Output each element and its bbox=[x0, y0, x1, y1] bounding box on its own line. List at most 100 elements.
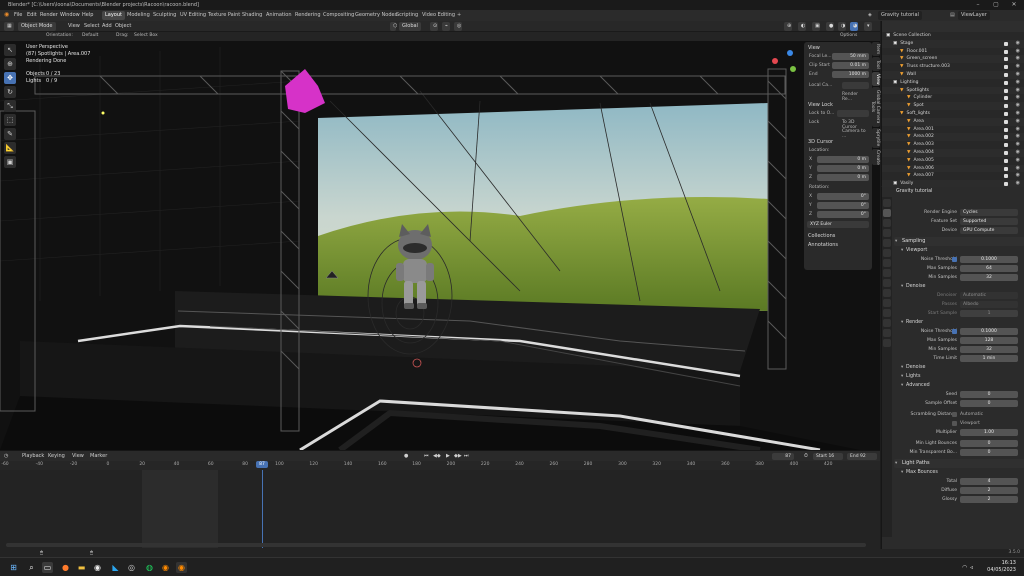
object-mode-dropdown[interactable]: Object Mode bbox=[18, 22, 56, 31]
visibility-eye-icon[interactable]: ◉ bbox=[1016, 165, 1020, 173]
visibility-eye-icon[interactable]: ◉ bbox=[1016, 110, 1020, 118]
exclude-checkbox[interactable] bbox=[1004, 166, 1008, 171]
world-tab-icon[interactable] bbox=[883, 249, 891, 257]
network-icon[interactable]: ◠ bbox=[962, 564, 967, 571]
output-properties-tab-icon[interactable] bbox=[883, 219, 891, 227]
viewport-gizmo-icon[interactable]: ⊕ bbox=[784, 22, 792, 31]
timeline-ruler[interactable]: -60 -40 -20 0 20 40 60 80 100 120 140 160 180 200 220 2… bbox=[0, 461, 880, 470]
exclude-checkbox[interactable] bbox=[1004, 135, 1008, 140]
focal-length-field[interactable]: 50 mm bbox=[832, 53, 869, 60]
texture-tab-icon[interactable] bbox=[883, 339, 891, 347]
annotations-header[interactable]: Annotations bbox=[808, 242, 872, 248]
outliner-row[interactable]: ▼ Floor.001 ◉ bbox=[882, 48, 1024, 56]
scrambling-automatic-checkbox[interactable] bbox=[952, 412, 957, 417]
time-limit-field[interactable]: 1 min bbox=[960, 355, 1018, 362]
rotation-y-field[interactable]: 0° bbox=[817, 202, 869, 209]
windows-start-icon[interactable]: ⊞ bbox=[8, 562, 19, 573]
vp-noise-threshold-field[interactable]: 0.1000 bbox=[960, 256, 1018, 263]
render-properties-tab-icon[interactable] bbox=[883, 209, 891, 217]
workspace-tab-shading[interactable]: Shading bbox=[239, 11, 265, 20]
diffuse-bounces-field[interactable]: 2 bbox=[960, 487, 1018, 494]
system-clock[interactable]: 16:13 04/05/2023 bbox=[987, 560, 1016, 574]
exclude-checkbox[interactable] bbox=[1004, 65, 1008, 70]
playhead-frame-label[interactable]: 87 bbox=[256, 461, 268, 468]
snap-icon[interactable]: ⌁ bbox=[442, 22, 450, 31]
editor-type-icon[interactable]: ▦ bbox=[4, 22, 14, 31]
exclude-checkbox[interactable] bbox=[1004, 88, 1008, 93]
clip-end-field[interactable]: 1000 m bbox=[832, 71, 869, 78]
measure-tool-icon[interactable]: 📐 bbox=[4, 142, 16, 154]
workspace-tab-video-editing[interactable]: Video Editing bbox=[419, 11, 458, 20]
sidebar-tab-create[interactable]: Create bbox=[872, 149, 880, 165]
device-dropdown[interactable]: GPU Compute bbox=[960, 227, 1018, 234]
visibility-eye-icon[interactable]: ◉ bbox=[1016, 133, 1020, 141]
jump-end-icon[interactable]: ⏭ bbox=[464, 453, 469, 459]
outliner-row[interactable]: ▣ Lighting ◉ bbox=[882, 79, 1024, 87]
outliner-row[interactable]: ▼ Cylinder ◉ bbox=[882, 94, 1024, 102]
outliner-row[interactable]: ▼ Spotlights ◉ bbox=[882, 86, 1024, 95]
exclude-checkbox[interactable] bbox=[1004, 80, 1008, 85]
outliner-row[interactable]: ▼ Area.001 ◉ bbox=[882, 126, 1024, 134]
visibility-eye-icon[interactable]: ◉ bbox=[1016, 141, 1020, 149]
annotate-tool-icon[interactable]: ✎ bbox=[4, 128, 16, 140]
local-camera-field[interactable] bbox=[842, 82, 869, 89]
workspace-tab-sculpting[interactable]: Sculpting bbox=[150, 11, 179, 20]
xray-icon[interactable]: ▣ bbox=[812, 22, 820, 31]
r-max-samples-field[interactable]: 128 bbox=[960, 337, 1018, 344]
visibility-eye-icon[interactable]: ◉ bbox=[1016, 71, 1020, 79]
3d-viewport[interactable]: User Perspective (87) Spotlights | Area.… bbox=[0, 41, 880, 450]
physics-tab-icon[interactable] bbox=[883, 299, 891, 307]
transform-orientation-dropdown[interactable]: Global bbox=[399, 22, 421, 31]
view-layer-tab-icon[interactable] bbox=[883, 229, 891, 237]
r-noise-threshold-field[interactable]: 0.1000 bbox=[960, 328, 1018, 335]
current-frame-field[interactable]: 87 bbox=[772, 453, 794, 460]
outliner-row[interactable]: ▼ Spot ◉ bbox=[882, 102, 1024, 110]
outliner-row[interactable]: ▼ Area.002 ◉ bbox=[882, 133, 1024, 142]
sampling-panel-header[interactable]: Sampling bbox=[894, 237, 1024, 246]
view-lock-header[interactable]: View Lock bbox=[808, 102, 872, 108]
timeline-area[interactable]: -60 -40 -20 0 20 40 60 80 100 120 140 160 180 200 220 2… bbox=[0, 461, 880, 549]
menu-edit[interactable]: Edit bbox=[27, 12, 37, 18]
timeline-scrollbar[interactable] bbox=[6, 543, 866, 547]
exclude-checkbox[interactable] bbox=[1004, 174, 1008, 179]
outliner-row[interactable]: ▼ Area ◉ bbox=[882, 117, 1024, 126]
feature-set-dropdown[interactable]: Supported bbox=[960, 218, 1018, 225]
workspace-tab-modeling[interactable]: Modeling bbox=[124, 11, 153, 20]
rotation-x-field[interactable]: 0° bbox=[817, 193, 869, 200]
data-tab-icon[interactable] bbox=[883, 319, 891, 327]
workspace-tab-animation[interactable]: Animation bbox=[263, 11, 295, 20]
timeline-editor-icon[interactable]: ◷ bbox=[4, 453, 8, 459]
min-transparent-bounces-field[interactable]: 0 bbox=[960, 449, 1018, 456]
scene-selector[interactable]: Gravity tutorial bbox=[878, 11, 922, 20]
close-button[interactable]: ✕ bbox=[1006, 1, 1022, 9]
constraints-tab-icon[interactable] bbox=[883, 309, 891, 317]
sidebar-tab-tool[interactable]: Tool bbox=[872, 57, 880, 71]
visibility-eye-icon[interactable]: ◉ bbox=[1016, 48, 1020, 56]
denoise-subpanel-header[interactable]: Denoise bbox=[900, 283, 1024, 291]
visibility-eye-icon[interactable]: ◉ bbox=[1016, 87, 1020, 95]
visibility-eye-icon[interactable]: ◉ bbox=[1016, 40, 1020, 48]
rendered-shading-icon[interactable]: ◕ bbox=[850, 22, 858, 31]
render-subpanel-header[interactable]: Render bbox=[900, 319, 1024, 327]
view-section-header[interactable]: View bbox=[808, 45, 872, 51]
next-keyframe-icon[interactable]: ◆▶ bbox=[454, 453, 462, 459]
max-bounces-subpanel-header[interactable]: Max Bounces bbox=[900, 469, 1024, 477]
render-engine-dropdown[interactable]: Cycles bbox=[960, 209, 1018, 216]
outliner-row[interactable]: ▼ Wall ◉ bbox=[882, 70, 1024, 79]
outliner-row[interactable]: ▣ Stage ◉ bbox=[882, 39, 1024, 48]
exclude-checkbox[interactable] bbox=[1004, 96, 1008, 101]
exclude-checkbox[interactable] bbox=[1004, 41, 1008, 46]
shading-options-icon[interactable]: ▾ bbox=[864, 22, 872, 31]
advanced-subpanel-header[interactable]: Advanced bbox=[900, 382, 1024, 390]
scene-tab-icon[interactable] bbox=[883, 239, 891, 247]
exclude-checkbox[interactable] bbox=[1004, 150, 1008, 155]
exclude-checkbox[interactable] bbox=[1004, 111, 1008, 116]
visibility-eye-icon[interactable]: ◉ bbox=[1016, 149, 1020, 157]
r-min-samples-field[interactable]: 32 bbox=[960, 346, 1018, 353]
transform-tool-icon[interactable]: ⬚ bbox=[4, 114, 16, 126]
timeline-menu-marker[interactable]: Marker bbox=[90, 453, 107, 459]
tweak-tool-icon[interactable]: ↖ bbox=[4, 44, 16, 56]
sidebar-tab-sprytile[interactable]: Sprytile bbox=[872, 128, 880, 148]
min-light-bounces-field[interactable]: 0 bbox=[960, 440, 1018, 447]
exclude-checkbox[interactable] bbox=[1004, 143, 1008, 148]
